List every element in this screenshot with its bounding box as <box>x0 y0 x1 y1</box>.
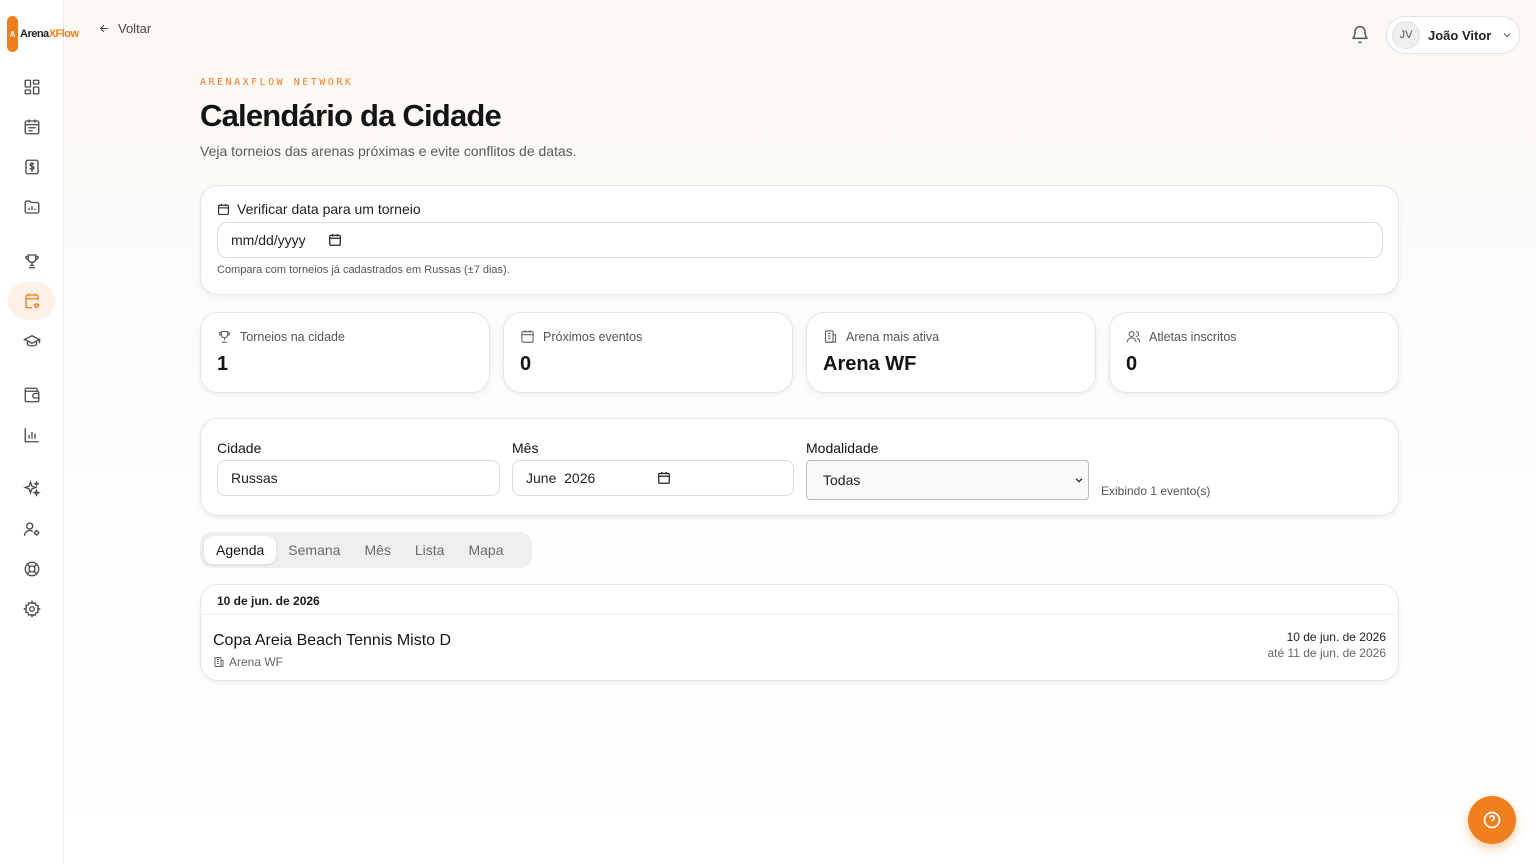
stat-label-text: Torneios na cidade <box>240 329 345 344</box>
tab-agenda[interactable]: Agenda <box>204 536 277 564</box>
settings-icon[interactable] <box>8 590 55 628</box>
stat-label: Torneios na cidade <box>217 329 345 344</box>
graduation-cap-icon[interactable] <box>8 322 55 360</box>
stat-card-athletes: Atletas inscritos 0 <box>1109 312 1399 393</box>
building-icon <box>824 330 837 343</box>
stat-card-arena: Arena mais ativa Arena WF <box>806 312 1096 393</box>
stat-label-text: Arena mais ativa <box>846 329 940 344</box>
user-cog-icon[interactable] <box>8 510 55 548</box>
event-start-date: 10 de jun. de 2026 <box>1286 630 1386 644</box>
chevron-down-icon <box>1075 478 1083 483</box>
bell-icon[interactable] <box>1350 25 1370 45</box>
sparkles-icon[interactable] <box>8 470 55 508</box>
calendar-icon <box>218 203 229 215</box>
stat-value: 0 <box>520 353 532 375</box>
help-circle-icon <box>1483 811 1501 829</box>
user-name: João Vitor <box>1428 27 1492 43</box>
stat-value: 1 <box>217 353 229 375</box>
tournament-date-input[interactable]: mm/dd/yyyy <box>217 222 1383 258</box>
help-button[interactable] <box>1468 796 1516 844</box>
page-subtitle: Veja torneios das arenas próximas e evit… <box>200 143 577 159</box>
stat-card-upcoming: Próximos eventos 0 <box>503 312 793 393</box>
calendar-picker-icon[interactable] <box>328 233 342 247</box>
stat-label: Arena mais ativa <box>823 329 939 344</box>
chevron-down-icon <box>1503 33 1511 38</box>
trophy-icon[interactable] <box>8 242 55 280</box>
month-input-value: June 2026 <box>526 470 596 486</box>
agenda-day-title: 10 de jun. de 2026 <box>217 594 320 608</box>
stat-value: 0 <box>1126 353 1138 375</box>
brand-mark: A <box>7 16 18 52</box>
view-tabs: Agenda Semana Mês Lista Mapa <box>200 532 532 568</box>
mode-select-value: Todas <box>823 472 861 488</box>
sidebar: A ArenaXFlow <box>0 0 79 864</box>
city-input[interactable]: Russas <box>217 460 500 496</box>
mode-label: Modalidade <box>806 440 879 456</box>
calendar-icon <box>521 330 534 343</box>
stat-label-text: Atletas inscritos <box>1149 329 1237 344</box>
back-label: Voltar <box>118 21 152 36</box>
bar-chart-icon[interactable] <box>8 416 55 454</box>
month-label: Mês <box>512 440 539 456</box>
month-input[interactable]: June 2026 <box>512 460 794 496</box>
brand-name: ArenaXFlow <box>20 28 79 40</box>
filters-card: Cidade Russas Mês June 2026 Modalidade T… <box>200 418 1399 516</box>
calendar-picker-icon[interactable] <box>657 471 671 485</box>
divider <box>202 614 1397 615</box>
stat-label: Atletas inscritos <box>1126 329 1237 344</box>
tab-mapa[interactable]: Mapa <box>456 536 515 564</box>
calendar-list-icon[interactable] <box>8 108 55 146</box>
dollar-icon[interactable] <box>8 148 55 186</box>
brand-logo[interactable]: A ArenaXFlow <box>7 16 79 52</box>
page-title: Calendário da Cidade <box>200 98 502 133</box>
folder-chart-icon[interactable] <box>8 188 55 226</box>
date-check-label-text: Verificar data para um torneio <box>237 201 421 217</box>
users-icon <box>1126 330 1141 343</box>
back-link[interactable]: Voltar <box>98 21 151 36</box>
stat-label-text: Próximos eventos <box>543 329 643 344</box>
dashboard-icon[interactable] <box>8 68 55 106</box>
stat-card-tournaments: Torneios na cidade 1 <box>200 312 490 393</box>
city-input-value: Russas <box>231 470 278 486</box>
event-title[interactable]: Copa Areia Beach Tennis Misto D <box>213 632 451 650</box>
event-arena: Arena WF <box>213 655 283 669</box>
tab-mes[interactable]: Mês <box>352 536 402 564</box>
user-menu[interactable]: JV João Vitor <box>1386 16 1520 54</box>
building-icon <box>214 657 224 667</box>
avatar: JV <box>1392 21 1420 49</box>
tab-lista[interactable]: Lista <box>403 536 457 564</box>
date-check-hint: Compara com torneios já cadastrados em R… <box>217 264 510 276</box>
events-count: Exibindo 1 evento(s) <box>1101 484 1211 498</box>
agenda-day-card: 10 de jun. de 2026 Copa Areia Beach Tenn… <box>200 584 1399 681</box>
event-arena-name: Arena WF <box>229 655 284 669</box>
event-end-date: até 11 de jun. de 2026 <box>1267 646 1386 660</box>
tab-semana[interactable]: Semana <box>276 536 352 564</box>
date-input-value: mm/dd/yyyy <box>231 232 306 248</box>
calendar-heart-icon[interactable] <box>8 282 55 320</box>
lifebuoy-icon[interactable] <box>8 550 55 588</box>
mode-select[interactable]: Todas <box>806 460 1089 500</box>
date-check-card: Verificar data para um torneio mm/dd/yyy… <box>200 185 1399 295</box>
arrow-left-icon <box>99 24 109 33</box>
city-label: Cidade <box>217 440 262 456</box>
stat-value: Arena WF <box>823 353 917 375</box>
trophy-icon <box>218 330 231 343</box>
date-check-label: Verificar data para um torneio <box>217 201 421 217</box>
wallet-icon[interactable] <box>8 376 55 414</box>
stat-label: Próximos eventos <box>520 329 642 344</box>
page-eyebrow: ARENAXFLOW NETWORK <box>200 77 354 88</box>
